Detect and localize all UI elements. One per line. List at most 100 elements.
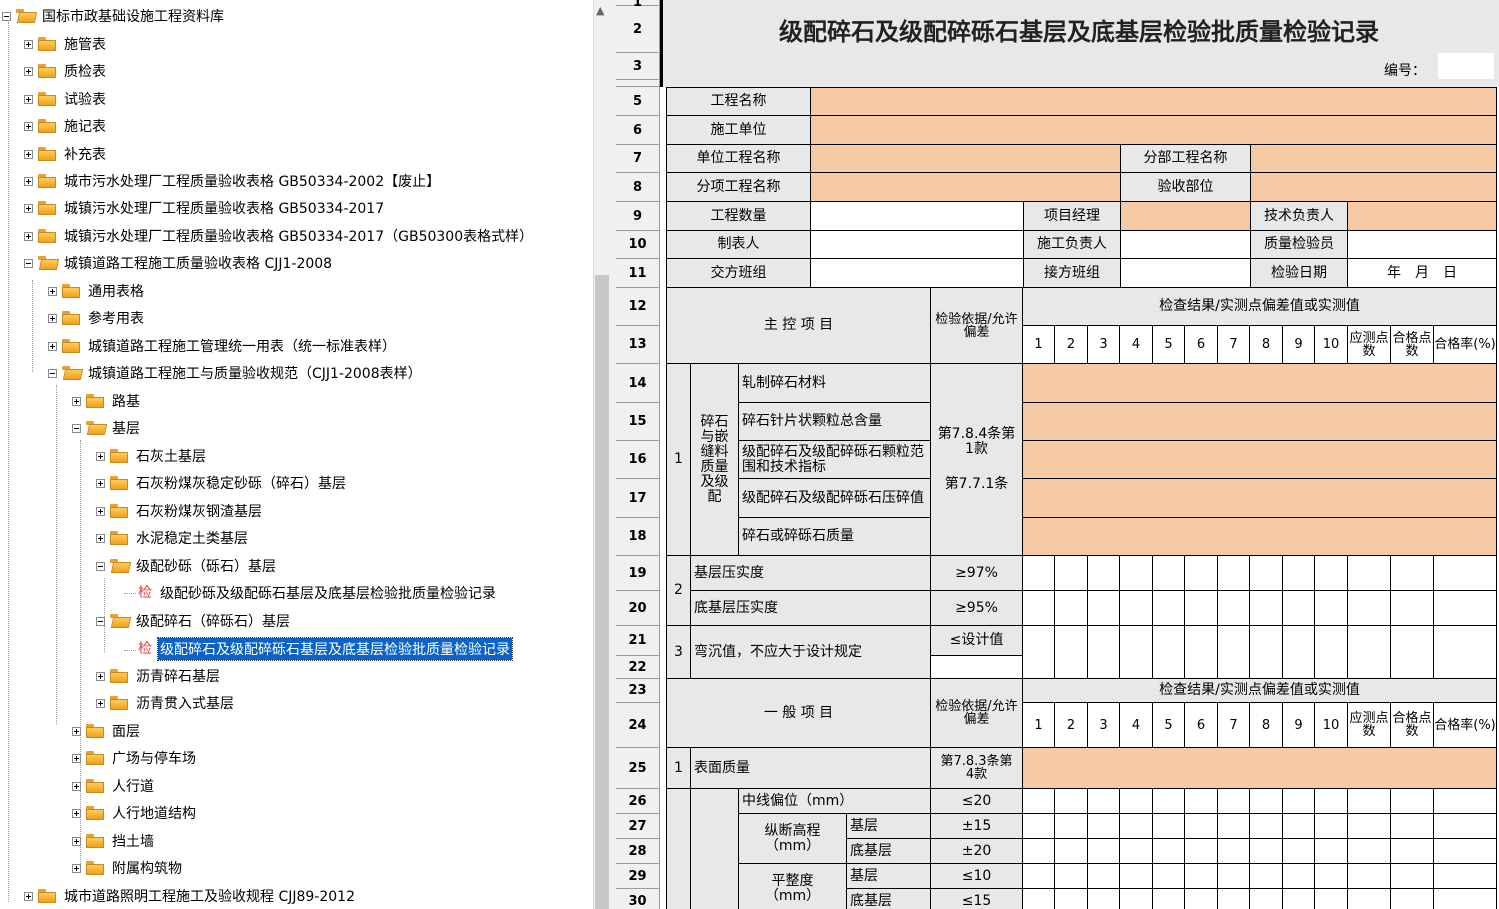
data-cell[interactable] xyxy=(1250,626,1283,679)
row-header[interactable]: 14 xyxy=(616,364,660,403)
data-cell[interactable] xyxy=(1023,626,1055,679)
tree-item[interactable]: 面层 xyxy=(72,720,142,742)
data-cell[interactable] xyxy=(1434,789,1497,814)
row-header[interactable]: 20 xyxy=(616,591,660,626)
expand-icon[interactable] xyxy=(24,231,33,241)
data-cell[interactable] xyxy=(1250,556,1283,591)
row-header[interactable]: 5 xyxy=(616,87,660,116)
tree-item[interactable]: 基层 xyxy=(72,417,142,439)
row-header[interactable]: 8 xyxy=(616,173,660,202)
basis-input[interactable] xyxy=(931,656,1023,679)
tree-item[interactable]: 沥青贯入式基层 xyxy=(96,692,236,714)
expand-icon[interactable] xyxy=(96,506,105,516)
division-field[interactable] xyxy=(1251,145,1497,173)
data-cell[interactable] xyxy=(1120,814,1153,839)
data-cell[interactable] xyxy=(1348,789,1391,814)
data-cell[interactable] xyxy=(1055,814,1088,839)
expand-icon[interactable] xyxy=(24,39,33,49)
data-cell[interactable] xyxy=(1315,839,1348,864)
expand-icon[interactable] xyxy=(24,66,33,76)
expand-icon[interactable] xyxy=(72,836,81,846)
result-field[interactable] xyxy=(1023,441,1497,479)
data-cell[interactable] xyxy=(1185,789,1218,814)
data-cell[interactable] xyxy=(1120,864,1153,889)
row-header[interactable]: 22 xyxy=(616,656,660,679)
data-cell[interactable] xyxy=(1120,889,1153,909)
tree-item[interactable]: 补充表 xyxy=(24,143,108,165)
tree-item[interactable]: 试验表 xyxy=(24,88,108,110)
data-cell[interactable] xyxy=(1218,814,1250,839)
data-cell[interactable] xyxy=(1120,556,1153,591)
data-cell[interactable] xyxy=(1088,626,1120,679)
row-header[interactable]: 2 xyxy=(616,6,660,53)
tree-panel[interactable]: 国标市政基础设施工程资料库 施管表 质检表 试验表 施记表 补充表 城市污水处理… xyxy=(0,0,593,909)
data-cell[interactable] xyxy=(1250,814,1283,839)
data-cell[interactable] xyxy=(1153,556,1185,591)
collapse-icon[interactable] xyxy=(96,561,105,571)
data-cell[interactable] xyxy=(1218,839,1250,864)
row-header[interactable]: 11 xyxy=(616,259,660,288)
data-cell[interactable] xyxy=(1055,889,1088,909)
data-cell[interactable] xyxy=(1218,864,1250,889)
data-cell[interactable] xyxy=(1088,789,1120,814)
subitem-field[interactable] xyxy=(811,173,1121,202)
data-cell[interactable] xyxy=(1283,814,1315,839)
expand-icon[interactable] xyxy=(48,341,57,351)
data-cell[interactable] xyxy=(1315,789,1348,814)
row-header[interactable]: 10 xyxy=(616,231,660,259)
row-header[interactable]: 25 xyxy=(616,748,660,789)
data-cell[interactable] xyxy=(1088,839,1120,864)
tree-item[interactable]: 施管表 xyxy=(24,33,108,55)
collapse-icon[interactable] xyxy=(48,368,57,378)
expand-icon[interactable] xyxy=(72,726,81,736)
data-cell[interactable] xyxy=(1348,889,1391,909)
project-name-field[interactable] xyxy=(811,87,1497,116)
row-header[interactable]: 9 xyxy=(616,202,660,231)
data-cell[interactable] xyxy=(1153,839,1185,864)
contractor-field[interactable] xyxy=(811,116,1497,145)
data-cell[interactable] xyxy=(1315,591,1348,626)
data-cell[interactable] xyxy=(1315,864,1348,889)
data-cell[interactable] xyxy=(1185,626,1218,679)
row-header[interactable]: 28 xyxy=(616,839,660,864)
row-header[interactable]: 18 xyxy=(616,518,660,556)
data-cell[interactable] xyxy=(1348,814,1391,839)
expand-icon[interactable] xyxy=(72,753,81,763)
quantity-field[interactable] xyxy=(811,202,1024,231)
expand-icon[interactable] xyxy=(48,286,57,296)
row-header[interactable]: 6 xyxy=(616,116,660,145)
tree-item[interactable]: 施记表 xyxy=(24,115,108,137)
data-cell[interactable] xyxy=(1283,789,1315,814)
data-cell[interactable] xyxy=(1088,889,1120,909)
tree-item[interactable]: 级配砂砾（砾石）基层 xyxy=(96,555,278,577)
data-cell[interactable] xyxy=(1055,864,1088,889)
data-cell[interactable] xyxy=(1283,839,1315,864)
data-cell[interactable] xyxy=(1023,814,1055,839)
tree-item[interactable]: 石灰粉煤灰稳定砂砾（碎石）基层 xyxy=(96,472,348,494)
data-cell[interactable] xyxy=(1348,839,1391,864)
data-cell[interactable] xyxy=(1315,556,1348,591)
data-cell[interactable] xyxy=(1185,814,1218,839)
expand-icon[interactable] xyxy=(96,671,105,681)
data-cell[interactable] xyxy=(1250,591,1283,626)
row-header[interactable]: 23 xyxy=(616,679,660,703)
expand-icon[interactable] xyxy=(24,176,33,186)
data-cell[interactable] xyxy=(1391,789,1434,814)
row-header[interactable]: 12 xyxy=(616,288,660,326)
expand-icon[interactable] xyxy=(24,891,33,901)
data-cell[interactable] xyxy=(1218,556,1250,591)
data-cell[interactable] xyxy=(1088,591,1120,626)
data-cell[interactable] xyxy=(1434,839,1497,864)
data-cell[interactable] xyxy=(1283,591,1315,626)
tree-item[interactable]: 级配碎石（碎砾石）基层 xyxy=(96,610,292,632)
site-lead-field[interactable] xyxy=(1121,231,1251,259)
tree-item[interactable]: 质检表 xyxy=(24,60,108,82)
unit-project-field[interactable] xyxy=(811,145,1121,173)
data-cell[interactable] xyxy=(1283,556,1315,591)
tree-scrollbar[interactable]: ▲ xyxy=(593,0,610,909)
data-cell[interactable] xyxy=(1023,789,1055,814)
row-header[interactable]: 16 xyxy=(616,441,660,479)
data-cell[interactable] xyxy=(1153,864,1185,889)
expand-icon[interactable] xyxy=(24,94,33,104)
tree-item[interactable]: 城市污水处理厂工程质量验收表格 GB50334-2002【废止】 xyxy=(24,170,442,192)
